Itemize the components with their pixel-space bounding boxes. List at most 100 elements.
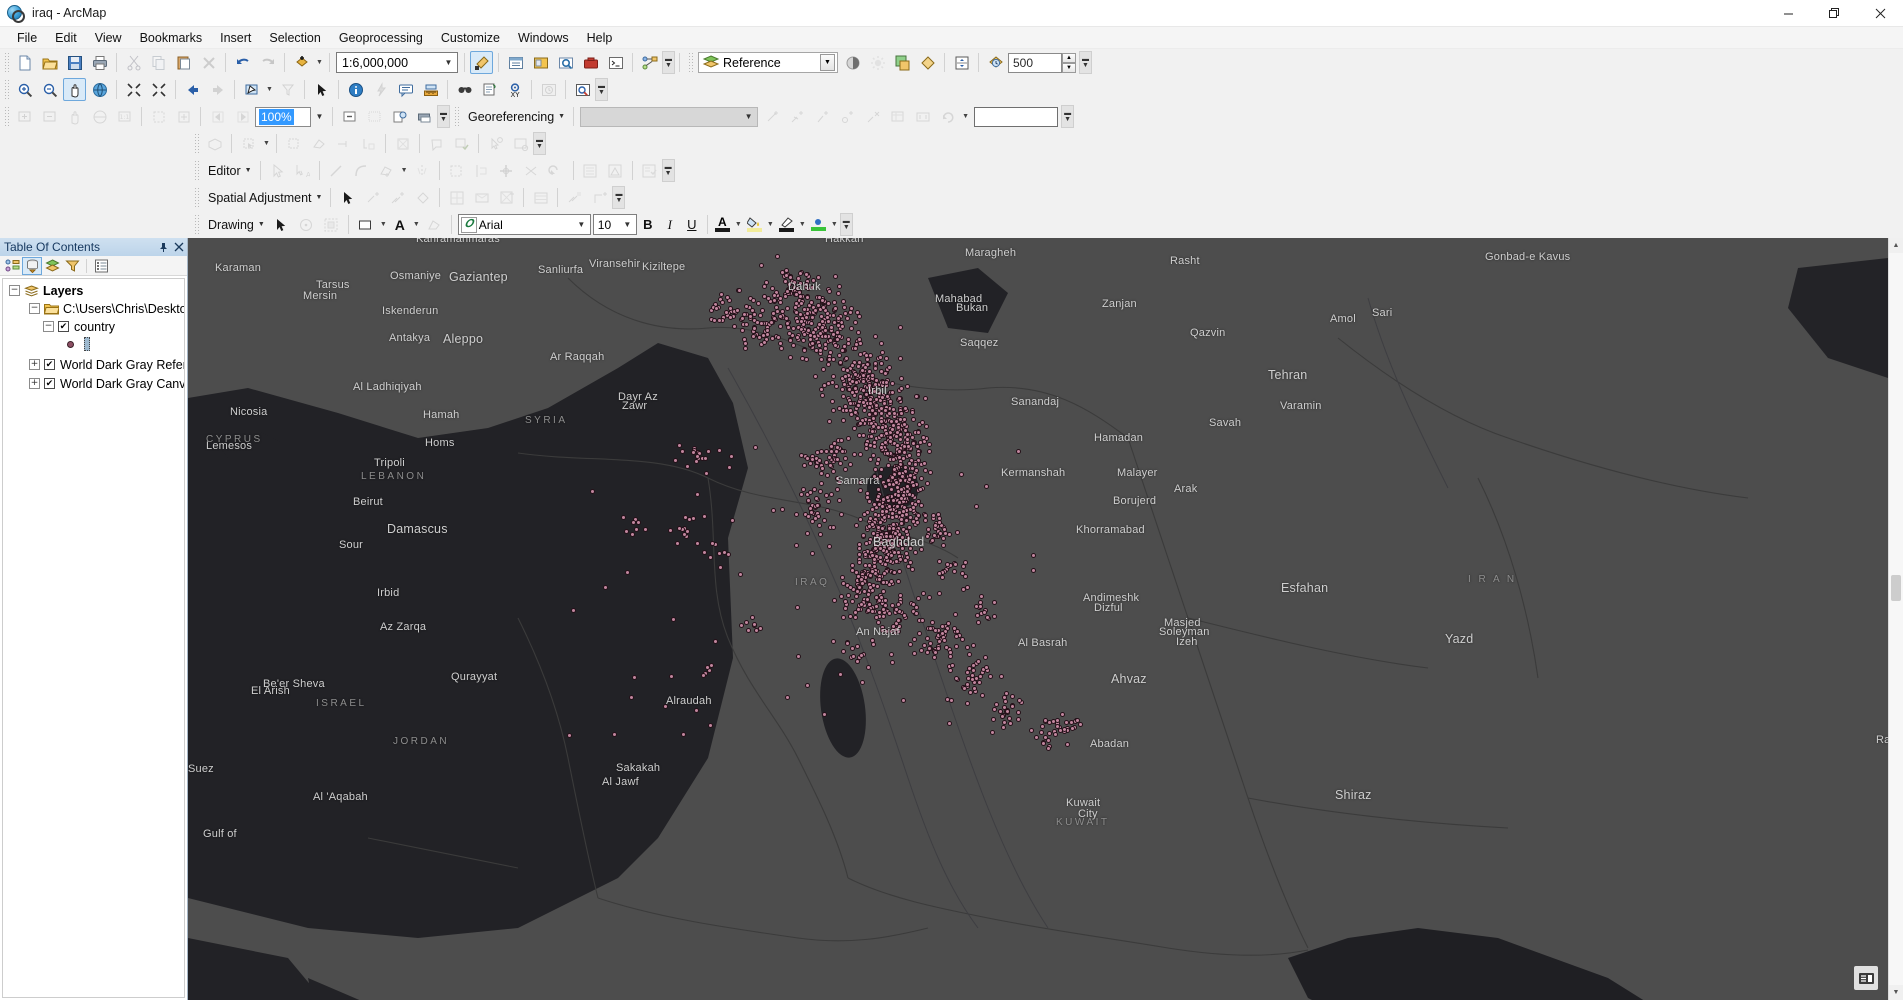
map-point[interactable]	[836, 479, 842, 485]
toolbar-grip[interactable]	[3, 52, 10, 73]
find-route-icon[interactable]	[478, 78, 501, 101]
map-point[interactable]	[828, 462, 833, 468]
map-point[interactable]	[718, 292, 724, 298]
map-point[interactable]	[865, 592, 871, 598]
map-point[interactable]	[743, 321, 749, 327]
toggle-draft-mode-icon[interactable]	[338, 105, 361, 128]
map-point[interactable]	[941, 542, 946, 548]
rotation-angle-input[interactable]	[974, 106, 1059, 127]
map-point[interactable]	[918, 475, 924, 481]
map-point[interactable]	[888, 487, 894, 492]
map-point[interactable]	[820, 392, 826, 398]
map-point[interactable]	[833, 273, 838, 279]
map-point[interactable]	[866, 412, 872, 418]
toc-tree[interactable]: − Layers − C:\Users\Chris\Desktop\GeoIra…	[2, 278, 185, 998]
map-point[interactable]	[757, 312, 763, 318]
map-point[interactable]	[845, 593, 851, 599]
menu-edit[interactable]: Edit	[46, 29, 86, 47]
map-point[interactable]	[924, 635, 930, 641]
map-point[interactable]	[866, 499, 872, 505]
brightness-icon[interactable]	[866, 51, 889, 74]
map-scale-combobox[interactable]: 1:6,000,000 ▼	[336, 52, 458, 73]
map-point[interactable]	[897, 556, 903, 562]
expand-collap[interactable]: +	[29, 359, 40, 370]
map-point[interactable]	[920, 590, 926, 596]
map-point[interactable]	[675, 540, 680, 546]
pan-icon[interactable]	[63, 78, 86, 101]
toolbar-overflow-button[interactable]: ▬ ▼	[595, 78, 608, 101]
map-point[interactable]	[907, 452, 913, 458]
toolbar-grip[interactable]	[193, 187, 200, 208]
map-point[interactable]	[1002, 698, 1008, 704]
map-point[interactable]	[907, 546, 913, 552]
map-point[interactable]	[777, 296, 783, 302]
zoom-to-selected-icon[interactable]	[147, 105, 170, 128]
chevron-down-icon[interactable]: ▼	[573, 215, 590, 234]
delay-spinner[interactable]: ▲ ▼	[1062, 52, 1076, 73]
map-point[interactable]	[837, 405, 842, 411]
editor-toolbar-icon[interactable]	[470, 51, 493, 74]
map-point[interactable]	[841, 381, 847, 387]
map-point[interactable]	[849, 599, 855, 604]
map-point[interactable]	[862, 511, 867, 517]
error-inspector-icon[interactable]	[425, 132, 448, 155]
go-to-xy-icon[interactable]: XY	[503, 78, 526, 101]
map-point[interactable]	[825, 301, 831, 306]
toolbar-grip[interactable]	[3, 106, 10, 127]
map-point[interactable]	[903, 528, 909, 534]
map-point[interactable]	[872, 411, 878, 417]
map-point[interactable]	[821, 304, 827, 310]
map-point[interactable]	[839, 511, 844, 517]
map-point[interactable]	[635, 519, 641, 525]
map-point[interactable]	[858, 576, 864, 582]
map-point[interactable]	[1043, 717, 1049, 723]
map-point[interactable]	[918, 546, 924, 552]
rotate-dropdown-icon[interactable]: ▼	[960, 105, 971, 128]
attribute-transfer-icon[interactable]	[563, 186, 586, 209]
map-point[interactable]	[869, 433, 875, 439]
drawing-menu-button[interactable]: Drawing ▼	[202, 214, 269, 236]
contrast-icon[interactable]	[841, 51, 864, 74]
line-color-dropdown-icon[interactable]: ▼	[797, 213, 808, 236]
font-size-combobox[interactable]: 10 ▼	[592, 214, 637, 235]
map-point[interactable]	[901, 449, 907, 455]
select-elements-icon[interactable]	[310, 78, 333, 101]
map-point[interactable]	[898, 540, 904, 546]
map-point[interactable]	[854, 309, 860, 315]
map-point[interactable]	[770, 335, 775, 341]
select-features-dropdown-icon[interactable]: ▼	[264, 78, 275, 101]
select-elements-icon[interactable]	[270, 213, 293, 236]
font-color-dropdown-icon[interactable]: ▼	[733, 213, 744, 236]
map-point[interactable]	[853, 570, 859, 576]
toolbar-overflow-button[interactable]: ▬ ▼	[839, 213, 853, 236]
map-point[interactable]	[628, 695, 634, 701]
mirror-features-icon[interactable]	[411, 159, 434, 182]
split-tool-icon[interactable]	[470, 159, 493, 182]
map-point[interactable]	[1009, 693, 1015, 699]
map-point[interactable]	[749, 308, 755, 313]
map-point[interactable]	[819, 324, 825, 330]
point-symbol[interactable]	[67, 340, 74, 348]
zoom-out-data-frame-icon[interactable]	[38, 105, 61, 128]
map-point[interactable]	[903, 557, 908, 563]
map-point[interactable]	[800, 486, 806, 492]
chevron-down-icon[interactable]: ▼	[820, 54, 835, 71]
maximize-button[interactable]	[1811, 0, 1857, 27]
map-point[interactable]	[925, 480, 931, 486]
delay-input[interactable]: 500	[1008, 52, 1062, 73]
map-point[interactable]	[798, 311, 804, 317]
fit-to-display-icon[interactable]	[911, 105, 934, 128]
map-point[interactable]	[892, 531, 898, 537]
map-point[interactable]	[1069, 725, 1075, 731]
expand-collapse-icon[interactable]: +	[29, 378, 40, 389]
map-point[interactable]	[834, 487, 840, 493]
map-point[interactable]	[830, 639, 836, 645]
map-point[interactable]	[829, 399, 835, 405]
map-point[interactable]	[925, 527, 931, 532]
toolbar-grip[interactable]	[193, 133, 200, 154]
map-point[interactable]	[896, 492, 902, 498]
map-point[interactable]	[827, 418, 832, 424]
map-point[interactable]	[937, 519, 943, 525]
map-point[interactable]	[906, 476, 912, 482]
expand-collapse-icon[interactable]: −	[43, 321, 54, 332]
